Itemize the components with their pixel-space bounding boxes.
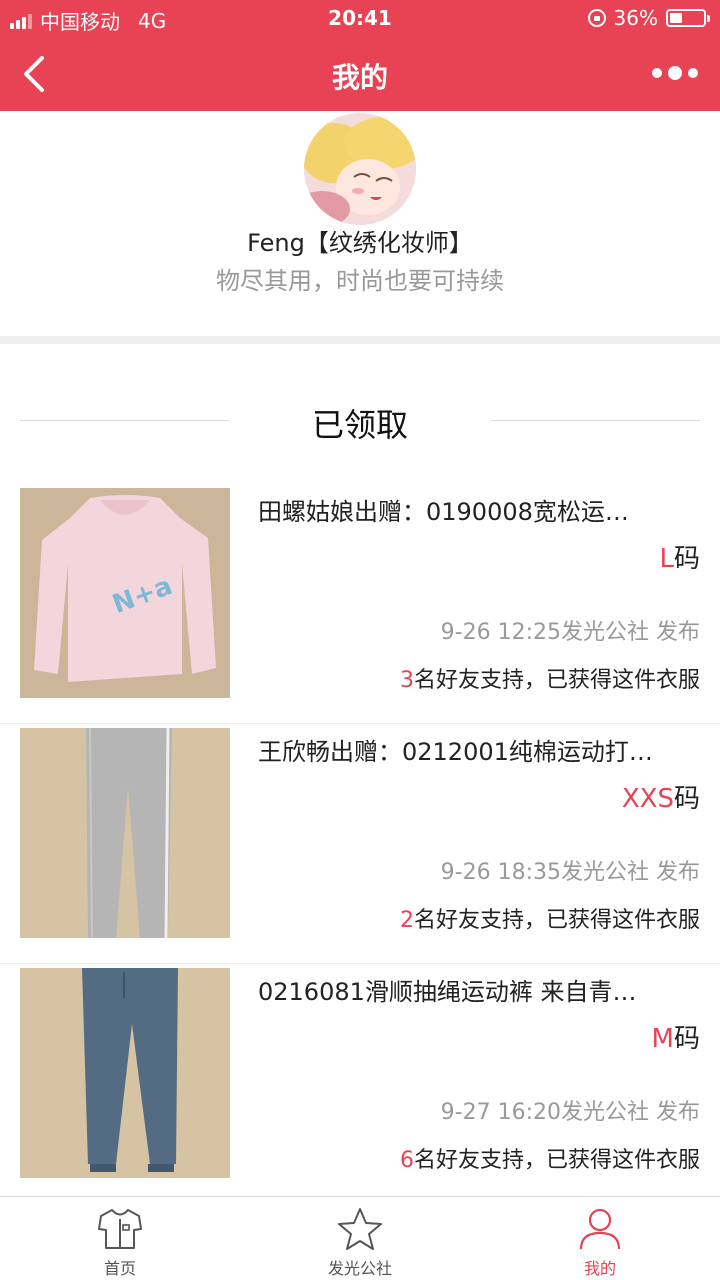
- tab-label: 我的: [583, 1259, 616, 1278]
- status-right: 36%: [587, 6, 710, 30]
- divider: [0, 336, 720, 344]
- item-size: XXS码: [622, 778, 700, 815]
- battery-percent: 36%: [613, 6, 658, 30]
- item-photo: [20, 968, 230, 1178]
- item-photo: N+a: [20, 488, 230, 698]
- item-title: 田螺姑娘出赠：0190008宽松运…: [258, 498, 629, 526]
- item-size-value: L: [659, 544, 674, 574]
- section-title: 已领取: [311, 406, 408, 444]
- profile-name: Feng【纹绣化妆师】: [247, 229, 473, 257]
- battery-icon: [666, 9, 710, 27]
- star-icon: [338, 1208, 382, 1250]
- claimed-list: N+a 田螺姑娘出赠：0190008宽松运… L码 9-26 12:25发光公社…: [0, 484, 720, 1204]
- item-size-unit: 码: [673, 1024, 700, 1054]
- item-support-count: 6: [399, 1148, 414, 1173]
- item-support-count: 2: [399, 908, 414, 933]
- rotation-lock-icon: [587, 9, 606, 27]
- tab-label: 发光公社: [327, 1259, 392, 1278]
- status-bar: 中国移动 4G 20:41 36%: [0, 0, 720, 36]
- item-support: 3名好友支持，已获得这件衣服: [400, 662, 700, 694]
- divider-right: [490, 420, 700, 421]
- item-size-value: M: [651, 1024, 674, 1054]
- profile-motto: 物尽其用，时尚也要可持续: [216, 267, 504, 295]
- item-size-unit: 码: [673, 544, 700, 574]
- item-time: 9-27 16:20发光公社 发布: [440, 1100, 700, 1125]
- item-time: 9-26 18:35发光公社 发布: [440, 860, 700, 885]
- page-title: 我的: [331, 61, 388, 94]
- avatar-image: [304, 113, 416, 225]
- item-time: 9-26 12:25发光公社 发布: [440, 620, 700, 645]
- tab-mine[interactable]: 我的: [530, 1197, 670, 1280]
- item-support-text: 名好友支持，已获得这件衣服: [413, 908, 700, 933]
- item-support-text: 名好友支持，已获得这件衣服: [413, 668, 700, 693]
- item-size-value: XXS: [621, 784, 674, 814]
- shirt-icon: [98, 1209, 142, 1249]
- item-title: 王欣畅出赠：0212001纯棉运动打…: [258, 738, 653, 766]
- more-dots-icon: [652, 66, 698, 80]
- item-support-text: 名好友支持，已获得这件衣服: [413, 1148, 700, 1173]
- user-icon: [579, 1208, 621, 1250]
- item-size: M码: [652, 1018, 700, 1055]
- item-title: 0216081滑顺抽绳运动裤 来自青…: [258, 978, 637, 1006]
- item-support: 6名好友支持，已获得这件衣服: [400, 1142, 700, 1174]
- profile-section: Feng【纹绣化妆师】 物尽其用，时尚也要可持续: [0, 111, 720, 336]
- item-size-unit: 码: [673, 784, 700, 814]
- list-item[interactable]: 0216081滑顺抽绳运动裤 来自青… M码 9-27 16:20发光公社 发布…: [0, 964, 720, 1204]
- tab-bar: 首页 发光公社 我的: [0, 1196, 720, 1280]
- tab-label: 首页: [103, 1259, 136, 1278]
- tab-community[interactable]: 发光公社: [290, 1197, 430, 1280]
- list-item[interactable]: 王欣畅出赠：0212001纯棉运动打… XXS码 9-26 18:35发光公社 …: [0, 724, 720, 964]
- nav-bar: 我的: [0, 36, 720, 111]
- more-button[interactable]: [652, 66, 698, 80]
- section-header: 已领取: [0, 344, 720, 484]
- item-support: 2名好友支持，已获得这件衣服: [400, 902, 700, 934]
- item-size: L码: [659, 538, 700, 575]
- list-item[interactable]: N+a 田螺姑娘出赠：0190008宽松运… L码 9-26 12:25发光公社…: [0, 484, 720, 724]
- tab-home[interactable]: 首页: [50, 1197, 190, 1280]
- avatar[interactable]: [304, 113, 416, 225]
- item-photo: [20, 728, 230, 938]
- item-support-count: 3: [399, 668, 414, 693]
